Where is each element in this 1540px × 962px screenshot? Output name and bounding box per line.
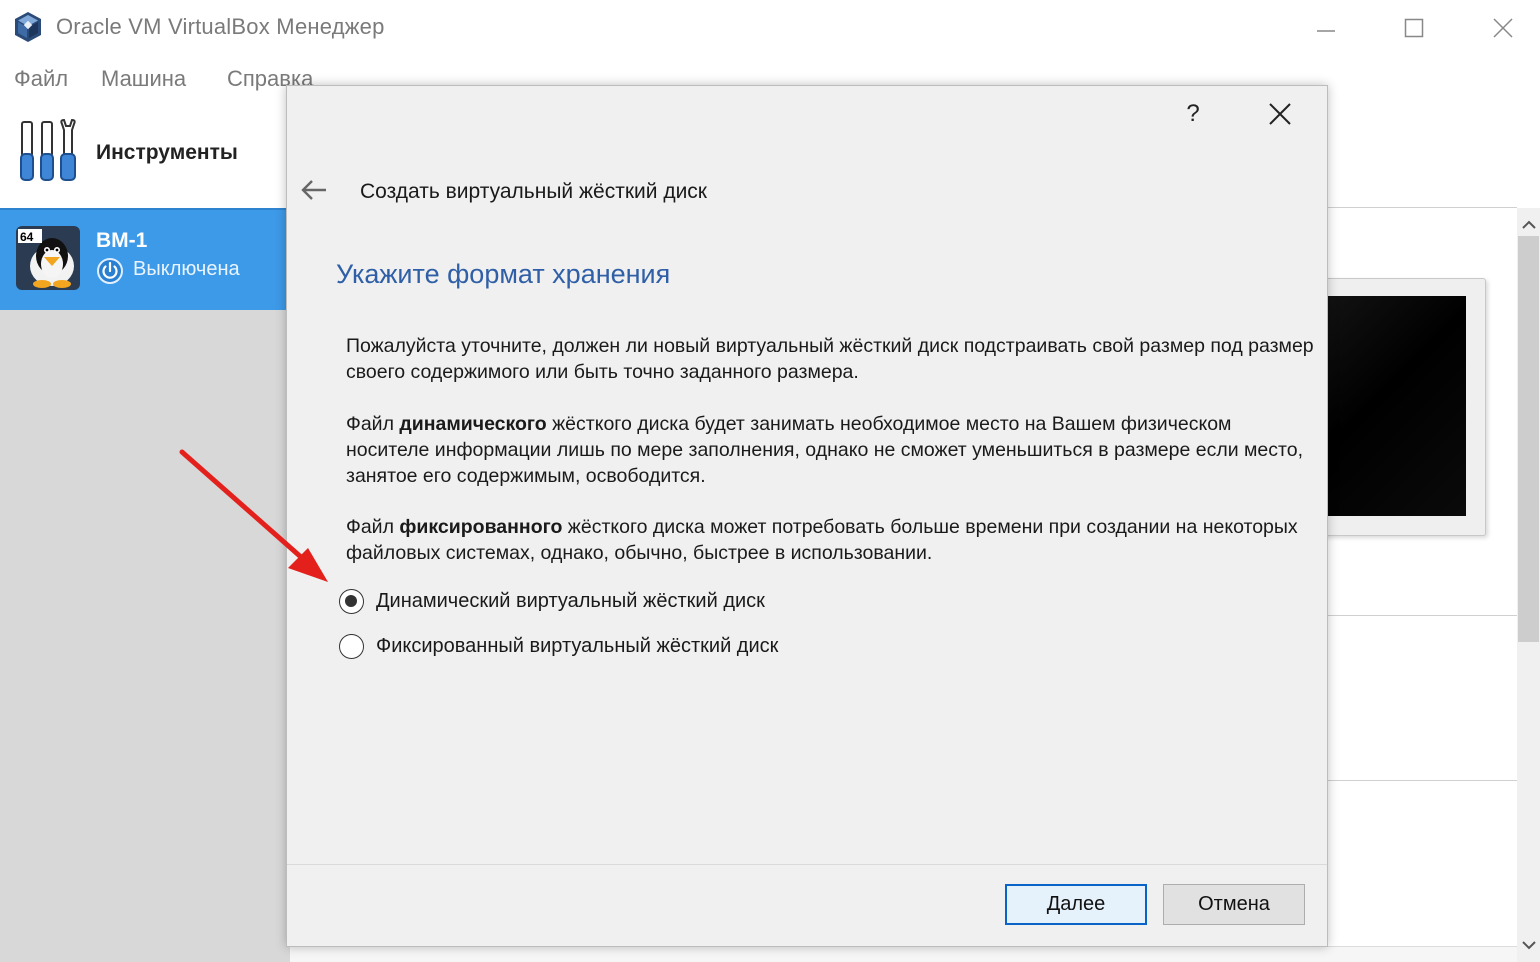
close-icon — [1493, 18, 1513, 38]
minimize-icon — [1317, 30, 1335, 32]
scroll-down-icon[interactable] — [1520, 936, 1538, 954]
dynamic-description: Файл динамического жёсткого диска будет … — [346, 411, 1314, 489]
dialog-title: Создать виртуальный жёсткий диск — [360, 180, 707, 203]
tools-icon — [20, 118, 76, 181]
menu-machine[interactable]: Машина — [101, 66, 186, 92]
cancel-button[interactable]: Отмена — [1163, 884, 1305, 925]
scroll-up-icon[interactable] — [1520, 216, 1538, 234]
intro-text: Пожалуйста уточните, должен ли новый вир… — [346, 335, 1314, 383]
maximize-icon — [1404, 18, 1424, 38]
button-separator — [287, 864, 1327, 865]
virtualbox-logo-icon — [15, 12, 41, 42]
os-badge: 64 — [20, 230, 34, 244]
desc-bold: фиксированного — [399, 516, 563, 538]
back-arrow-icon[interactable] — [300, 178, 328, 202]
desc-prefix: Файл — [346, 413, 400, 435]
option-dynamic-label[interactable]: Динамический виртуальный жёсткий диск — [376, 590, 765, 613]
virtualbox-manager-window: Oracle VM VirtualBox Менеджер Файл Машин… — [0, 0, 1540, 962]
section-divider — [1327, 615, 1517, 616]
vm-status: Выключена — [133, 258, 240, 280]
menu-file[interactable]: Файл — [14, 66, 68, 92]
scrollbar-thumb[interactable] — [1518, 236, 1539, 642]
dialog-close-icon[interactable] — [1266, 100, 1294, 128]
section-divider — [1327, 207, 1517, 208]
next-button[interactable]: Далее — [1005, 884, 1147, 925]
maximize-button[interactable] — [1386, 6, 1442, 50]
radio-dynamic[interactable] — [339, 588, 364, 614]
close-window-button[interactable] — [1475, 6, 1531, 50]
desc-prefix: Файл — [346, 516, 400, 538]
tools-label: Инструменты — [96, 141, 238, 164]
desc-bold: динамического — [399, 413, 547, 435]
option-fixed-label[interactable]: Фиксированный виртуальный жёсткий диск — [376, 635, 778, 658]
power-off-icon — [97, 258, 123, 284]
minimize-button[interactable] — [1298, 6, 1354, 50]
help-button[interactable]: ? — [1180, 100, 1206, 130]
window-title: Oracle VM VirtualBox Менеджер — [56, 14, 385, 39]
vm-preview-screen — [1310, 296, 1466, 516]
option-dynamic[interactable]: Динамический виртуальный жёсткий диск — [339, 586, 765, 616]
page-heading: Укажите формат хранения — [336, 259, 671, 289]
vm-name: ВМ-1 — [96, 229, 148, 252]
section-divider — [1327, 780, 1517, 781]
fixed-description: Файл фиксированного жёсткого диска может… — [346, 514, 1314, 566]
annotation-arrow-icon — [179, 449, 328, 582]
radio-fixed[interactable] — [339, 633, 364, 659]
option-fixed[interactable]: Фиксированный виртуальный жёсткий диск — [339, 631, 778, 661]
bottom-strip — [290, 946, 1517, 962]
